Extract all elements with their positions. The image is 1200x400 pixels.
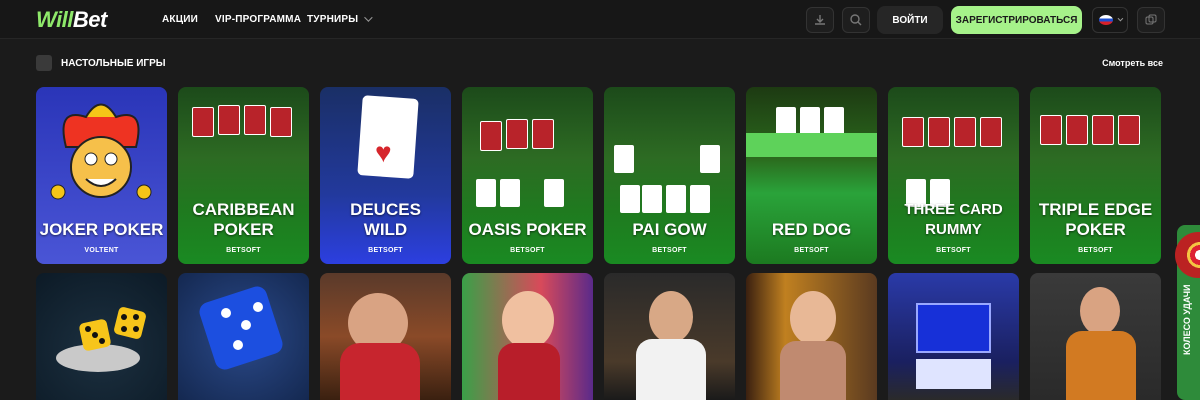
game-title: DEUCES WILD — [350, 200, 421, 239]
card-back-icon — [954, 117, 976, 147]
dealer-vest — [1066, 331, 1136, 400]
card-back-icon — [244, 105, 266, 135]
playing-card-icon — [690, 185, 710, 213]
card-back-icon — [480, 121, 502, 151]
game-provider: BETSOFT — [226, 247, 261, 254]
dealer-avatar — [790, 291, 836, 345]
game-card-oasis-poker[interactable]: OASIS POKER BETSOFT — [462, 87, 593, 264]
dealer-dress — [340, 343, 420, 400]
logo[interactable]: WillBet — [36, 7, 107, 33]
card-back-icon — [902, 117, 924, 147]
game-card-pai-gow[interactable]: PAI GOW BETSOFT — [604, 87, 735, 264]
dice-artwork — [56, 307, 146, 372]
card-back-icon — [1066, 115, 1088, 145]
nav-tournaments[interactable]: ТУРНИРЫ — [307, 13, 373, 25]
card-back-icon — [218, 105, 240, 135]
game-card-dice-1[interactable] — [36, 273, 167, 400]
game-title: CARIBBEAN POKER — [192, 200, 295, 239]
card-back-icon — [532, 119, 554, 149]
game-provider: BETSOFT — [936, 247, 971, 254]
machine-panel — [916, 359, 991, 389]
machine-screen — [916, 303, 991, 353]
game-provider: BETSOFT — [368, 247, 403, 254]
search-icon — [850, 14, 862, 26]
game-card-three-card-rummy[interactable]: THREE CARD RUMMY BETSOFT — [888, 87, 1019, 264]
card-back-icon — [928, 117, 950, 147]
playing-card-icon — [500, 179, 520, 207]
game-title: OASIS POKER — [468, 220, 587, 239]
section-title: НАСТОЛЬНЫЕ ИГРЫ — [61, 58, 166, 69]
bet-strip — [746, 133, 877, 157]
game-card-live-dealer-5[interactable] — [1030, 273, 1161, 400]
top-header: WillBet АКЦИИ VIP-ПРОГРАММА ТУРНИРЫ ВОЙТ… — [0, 0, 1200, 39]
playing-card-icon — [824, 107, 844, 135]
search-button[interactable] — [842, 7, 870, 33]
game-title: RED DOG — [771, 220, 852, 239]
card-back-icon — [1118, 115, 1140, 145]
card-back-icon — [980, 117, 1002, 147]
game-card-red-dog[interactable]: RED DOG BETSOFT — [746, 87, 877, 264]
game-card-dice-2[interactable] — [178, 273, 309, 400]
playing-card-icon — [614, 145, 634, 173]
nav-vip[interactable]: VIP-ПРОГРАММА — [215, 14, 301, 25]
table-games-icon — [36, 55, 52, 71]
game-title: THREE CARD RUMMY — [904, 201, 1003, 238]
dealer-avatar — [1080, 287, 1120, 335]
game-card-joker-poker[interactable]: JOKER POKER VOLTENT — [36, 87, 167, 264]
card-back-icon — [506, 119, 528, 149]
heart-icon: ♥ — [375, 137, 392, 168]
game-card-deuces-wild[interactable]: ♥ DEUCES WILD BETSOFT — [320, 87, 451, 264]
playing-card-icon — [666, 185, 686, 213]
game-card-live-dealer-2[interactable] — [462, 273, 593, 400]
game-card-live-dealer-4[interactable] — [746, 273, 877, 400]
game-provider: VOLTENT — [84, 247, 119, 254]
language-selector[interactable] — [1092, 7, 1128, 33]
dealer-dress — [498, 343, 560, 400]
download-button[interactable] — [806, 7, 834, 33]
register-button[interactable]: ЗАРЕГИСТРИРОВАТЬСЯ — [951, 6, 1082, 34]
card-back-icon — [192, 107, 214, 137]
game-card-triple-edge-poker[interactable]: TRIPLE EDGE POKER BETSOFT — [1030, 87, 1161, 264]
game-card-live-dealer-3[interactable] — [604, 273, 735, 400]
card-back-icon — [270, 107, 292, 137]
nav-promotions[interactable]: АКЦИИ — [162, 14, 198, 25]
download-icon — [815, 15, 825, 25]
see-all-link[interactable]: Смотреть все — [1102, 58, 1163, 68]
game-title: PAI GOW — [632, 220, 707, 239]
playing-card-icon — [544, 179, 564, 207]
game-card-video-poker[interactable] — [888, 273, 1019, 400]
dealer-avatar — [649, 291, 693, 343]
game-title: JOKER POKER — [39, 220, 164, 239]
playing-card-icon — [642, 185, 662, 213]
playing-card-icon — [620, 185, 640, 213]
game-provider: BETSOFT — [1078, 247, 1113, 254]
login-button[interactable]: ВОЙТИ — [877, 6, 943, 34]
game-provider: BETSOFT — [652, 247, 687, 254]
playing-card-icon — [800, 107, 820, 135]
copy-icon — [1145, 14, 1157, 25]
joker-artwork — [50, 103, 152, 200]
dealer-dress — [780, 341, 846, 400]
playing-card-icon — [700, 145, 720, 173]
playing-card-icon — [776, 107, 796, 135]
game-card-caribbean-poker[interactable]: CARIBBEAN POKER BETSOFT — [178, 87, 309, 264]
game-provider: BETSOFT — [510, 247, 545, 254]
blue-dice-artwork — [199, 286, 283, 370]
dealer-shirt — [636, 339, 706, 400]
russia-flag-icon — [1099, 15, 1113, 25]
playing-card-icon — [476, 179, 496, 207]
chevron-down-icon — [1117, 15, 1124, 22]
card-back-icon — [1092, 115, 1114, 145]
card-back-icon — [1040, 115, 1062, 145]
game-title: TRIPLE EDGE POKER — [1038, 200, 1153, 239]
chevron-down-icon — [364, 13, 373, 22]
game-provider: BETSOFT — [794, 247, 829, 254]
game-card-live-dealer-1[interactable] — [320, 273, 451, 400]
windows-button[interactable] — [1137, 7, 1165, 33]
dealer-avatar — [502, 291, 554, 349]
